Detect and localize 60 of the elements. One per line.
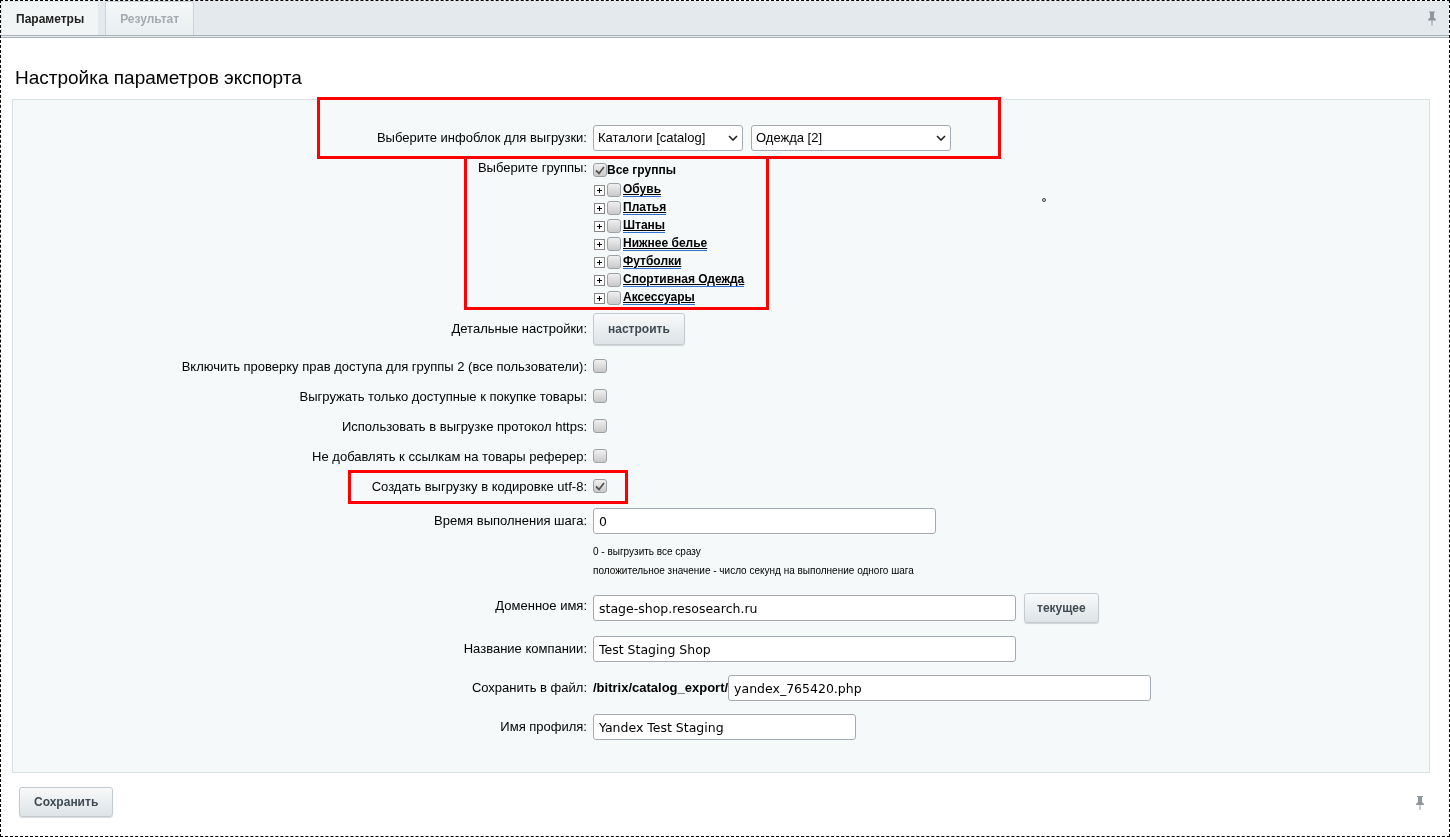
field-label: Выберите группы: (476, 161, 588, 175)
expand-icon[interactable] (594, 274, 605, 286)
tree-item-link[interactable]: Аксессуары (623, 291, 695, 305)
field-label: Не добавлять к ссылкам на товары реферер: (311, 449, 588, 465)
tree-root-label: Все группы (607, 162, 676, 179)
tree-item-link[interactable]: Футболки (623, 255, 682, 269)
current-button[interactable]: текущее (1024, 593, 1099, 623)
hint-text: положительное значение - число секунд на выполнение одного шага (593, 564, 915, 578)
field-label: Имя профиля: (499, 718, 588, 736)
expand-icon[interactable] (594, 256, 605, 268)
tree-item-link[interactable]: Штаны (623, 219, 666, 233)
expand-icon[interactable] (594, 202, 605, 214)
expand-icon[interactable] (594, 238, 605, 250)
tree-item-link[interactable]: Нижнее белье (623, 237, 708, 251)
expand-icon[interactable] (594, 220, 605, 232)
checkbox[interactable] (607, 273, 621, 287)
select-field[interactable]: Одежда [2] (751, 125, 951, 151)
hint-text: 0 - выгрузить все сразу (593, 545, 702, 559)
checkbox[interactable] (607, 291, 621, 305)
path-prefix: /bitrix/catalog_export/ (593, 679, 729, 698)
tree-item-link[interactable]: Обувь (623, 183, 661, 197)
field-label: Выберите инфоблок для выгрузки: (375, 129, 588, 147)
select-field[interactable]: Каталоги [catalog] (593, 125, 743, 151)
tree-item-link[interactable]: Спортивная Одежда (623, 273, 745, 287)
field-label: Создать выгрузку в кодировке utf-8: (370, 479, 588, 495)
checkbox[interactable] (607, 255, 621, 269)
text-field[interactable]: 0 (593, 508, 936, 534)
caret-icon (728, 135, 738, 141)
text-field[interactable]: stage-shop.resosearch.ru (593, 595, 1016, 621)
field-label: Название компании: (462, 640, 588, 658)
field-label: Выгружать только доступные к покупке товары: (298, 389, 588, 405)
field-label: Использовать в выгрузке протокол https: (340, 419, 588, 435)
tab[interactable]: Параметры (1, 1, 100, 35)
expand-icon[interactable] (594, 292, 605, 304)
checkbox[interactable] (607, 183, 621, 197)
field-label: Включить проверку прав доступа для группы 2 (все пользователи): (180, 359, 588, 375)
text-field[interactable]: Yandex Test Staging (593, 714, 856, 740)
expand-icon[interactable] (594, 184, 605, 196)
field-label: Детальные настройки: (450, 320, 588, 338)
checkbox[interactable] (593, 359, 607, 373)
pin-icon[interactable] (1415, 794, 1425, 810)
checkbox[interactable] (607, 237, 621, 251)
checkbox[interactable] (593, 389, 607, 403)
checkbox[interactable] (593, 449, 607, 463)
caret-icon (936, 135, 946, 141)
checkbox[interactable] (607, 219, 621, 233)
field-label: Время выполнения шага: (433, 512, 588, 530)
checkbox[interactable] (593, 479, 607, 493)
checkbox[interactable] (593, 419, 607, 433)
save-button[interactable]: Сохранить (19, 787, 114, 817)
configure-button[interactable]: настроить (593, 313, 685, 345)
text-field[interactable]: Test Staging Shop (593, 636, 1016, 662)
field-label: Сохранить в файл: (470, 679, 588, 697)
tree-item-link[interactable]: Платья (623, 201, 667, 215)
text-field[interactable]: yandex_765420.php (728, 675, 1152, 701)
pin-icon[interactable] (1427, 10, 1437, 26)
checkbox[interactable] (593, 163, 607, 177)
page-title: Настройка параметров экспорта (15, 66, 303, 90)
field-label: Доменное имя: (494, 597, 588, 615)
checkbox[interactable] (607, 201, 621, 215)
